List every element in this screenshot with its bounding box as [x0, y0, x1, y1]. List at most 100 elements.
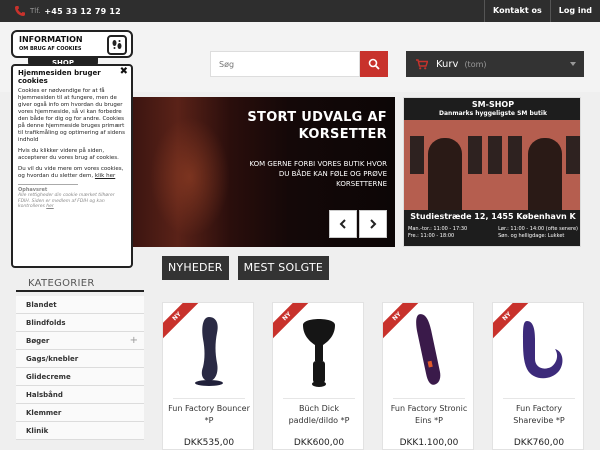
contact-link[interactable]: Kontakt os — [484, 0, 550, 22]
product-name[interactable]: Büch Dick paddle/dildo *P — [275, 403, 363, 427]
sidebar-item-klinik[interactable]: Klinik — [16, 422, 144, 440]
shop-window — [508, 136, 522, 174]
copyright-link[interactable]: her — [46, 204, 53, 209]
tab-mest-solgte[interactable]: MEST SOLGTE — [237, 256, 330, 280]
top-links: Kontakt os Log ind — [484, 0, 600, 22]
sidebar-item-gags[interactable]: Gags/knebler — [16, 350, 144, 368]
sidebar-item-label: Halsbånd — [26, 391, 63, 399]
divider — [503, 398, 575, 399]
product-price: DKK760,00 — [513, 438, 565, 448]
divider — [18, 184, 78, 185]
sidebar-item-label: Blandet — [26, 301, 57, 309]
shop-hours: Man.-tor.: 11:00 - 17:30 Fre.: 11:00 - 1… — [404, 224, 580, 246]
phone-number[interactable]: +45 33 12 79 12 — [44, 7, 121, 16]
shop-window — [468, 136, 482, 174]
sidebar-title: KATEGORIER — [16, 275, 144, 292]
cookie-more-link[interactable]: klik her — [95, 173, 115, 179]
cart-label: Kurv — [436, 58, 459, 70]
divider — [283, 398, 355, 399]
product-price: DKK1.100,00 — [399, 438, 459, 448]
phone-info: Tlf. +45 33 12 79 12 — [14, 4, 121, 18]
cookie-paragraph: Hvis du klikker videre på siden, accepte… — [18, 148, 119, 161]
banner-prev-button[interactable] — [329, 210, 357, 238]
product-tabs: NYHEDER MEST SOLGTE — [162, 256, 330, 280]
chevron-left-icon — [339, 219, 346, 229]
category-sidebar: KATEGORIER Blandet Blindfolds Bøger + Gag… — [16, 275, 144, 440]
shop-window — [410, 136, 424, 174]
hours-sunday: Søn. og helligdage: Lukket — [498, 233, 565, 239]
login-link[interactable]: Log ind — [549, 0, 600, 22]
search-icon — [368, 58, 380, 70]
banner-nav — [329, 210, 387, 238]
cart-count: (tom) — [464, 59, 487, 69]
hours-saturday: Lør.: 11:00 - 14:00 (ofte senere) — [498, 226, 578, 232]
phone-label: Tlf. — [30, 7, 41, 15]
sidebar-item-glidecreme[interactable]: Glidecreme — [16, 368, 144, 386]
shop-address: Studiestræde 12, 1455 København K — [404, 210, 580, 224]
product-name[interactable]: Fun Factory Bouncer *P — [165, 403, 253, 427]
hours-friday: Fre.: 11:00 - 18:00 — [408, 233, 455, 239]
cookie-paragraph: Cookies er nødvendige for at få hjemmesi… — [18, 88, 125, 143]
cart-icon — [416, 58, 428, 69]
sidebar-item-label: Gags/knebler — [26, 355, 79, 363]
search-button[interactable] — [360, 51, 388, 77]
product-price: DKK600,00 — [293, 438, 345, 448]
cookie-header-subtitle: OM BRUG AF COOKIES — [19, 46, 82, 52]
cookie-header[interactable]: INFORMATION OM BRUG AF COOKIES — [11, 30, 133, 58]
divider — [393, 398, 465, 399]
sidebar-item-halsband[interactable]: Halsbånd — [16, 386, 144, 404]
shop-photo — [404, 120, 580, 210]
hero-banner[interactable]: STORT UDVALG AF KORSETTER KOM GERNE FORB… — [130, 97, 395, 247]
chevron-down-icon — [570, 62, 576, 66]
sidebar-item-label: Klinik — [26, 427, 49, 435]
tab-nyheder[interactable]: NYHEDER — [162, 256, 229, 280]
product-card[interactable]: NY Fun Factory Stronic Eins *P DKK1.100,… — [382, 302, 474, 450]
sidebar-item-label: Klemmer — [26, 409, 62, 417]
shop-title: SM-SHOP — [471, 100, 515, 109]
product-card[interactable]: NY Büch Dick paddle/dildo *P DKK600,00 — [272, 302, 364, 450]
product-name[interactable]: Fun Factory Sharevibe *P — [495, 403, 583, 427]
cookie-title: Hjemmesiden bruger cookies — [18, 69, 101, 85]
sidebar-item-klemmer[interactable]: Klemmer — [16, 404, 144, 422]
shop-door — [528, 138, 562, 210]
banner-image — [150, 117, 230, 237]
banner-subtitle: KOM GERNE FORBI VORES BUTIK HVOR DU BÅDE… — [249, 160, 387, 188]
copyright-body: Alle rettigheder din cookie mærket tilhø… — [18, 193, 115, 209]
search-input[interactable] — [210, 51, 360, 77]
sidebar-item-blindfolds[interactable]: Blindfolds — [16, 314, 144, 332]
product-card[interactable]: NY Fun Factory Sharevibe *P DKK760,00 — [492, 302, 584, 450]
cookie-icon — [107, 35, 127, 55]
cookie-header-title: INFORMATION — [19, 35, 83, 44]
product-name[interactable]: Fun Factory Stronic Eins *P — [385, 403, 473, 427]
shop-header: SM-SHOP Danmarks hyggeligste SM butik — [404, 98, 580, 120]
product-price: DKK535,00 — [183, 438, 235, 448]
shop-tagline: Danmarks hyggeligste SM butik — [439, 110, 547, 117]
top-bar: Tlf. +45 33 12 79 12 Kontakt os Log ind — [0, 0, 600, 22]
divider — [173, 398, 245, 399]
shop-window — [488, 136, 502, 174]
phone-icon — [15, 6, 25, 16]
shop-info-panel[interactable]: SM-SHOP Danmarks hyggeligste SM butik St… — [403, 97, 581, 247]
cookie-notice: INFORMATION OM BRUG AF COOKIES ✖ Hjemmes… — [11, 30, 133, 268]
cart-button[interactable]: Kurv (tom) — [406, 51, 584, 77]
banner-next-button[interactable] — [359, 210, 387, 238]
cookie-paragraph: Du vil du vide mere om vores cookies, og… — [18, 166, 126, 180]
sidebar-item-blandet[interactable]: Blandet — [16, 296, 144, 314]
copyright-text: Alle rettigheder din cookie mærket tilhø… — [18, 193, 126, 210]
close-icon[interactable]: ✖ — [120, 66, 128, 77]
category-list: Blandet Blindfolds Bøger + Gags/knebler G… — [16, 296, 144, 440]
chevron-right-icon — [370, 219, 377, 229]
page: Tlf. +45 33 12 79 12 Kontakt os Log ind … — [0, 0, 600, 450]
sidebar-item-boger[interactable]: Bøger + — [16, 332, 144, 350]
banner-title: STORT UDVALG AF KORSETTER — [247, 110, 387, 142]
footprints-icon — [112, 40, 122, 49]
search-bar — [210, 51, 388, 77]
cookie-panel: ✖ Hjemmesiden bruger cookies Cookies er … — [11, 64, 133, 268]
plus-icon[interactable]: + — [130, 332, 138, 350]
shop-window — [566, 136, 580, 174]
sidebar-item-label: Bøger — [26, 337, 50, 345]
sidebar-item-label: Blindfolds — [26, 319, 66, 327]
hours-weekday: Man.-tor.: 11:00 - 17:30 — [408, 226, 468, 232]
shop-door — [428, 138, 462, 210]
product-card[interactable]: NY Fun Factory Bouncer *P DKK535,00 — [162, 302, 254, 450]
